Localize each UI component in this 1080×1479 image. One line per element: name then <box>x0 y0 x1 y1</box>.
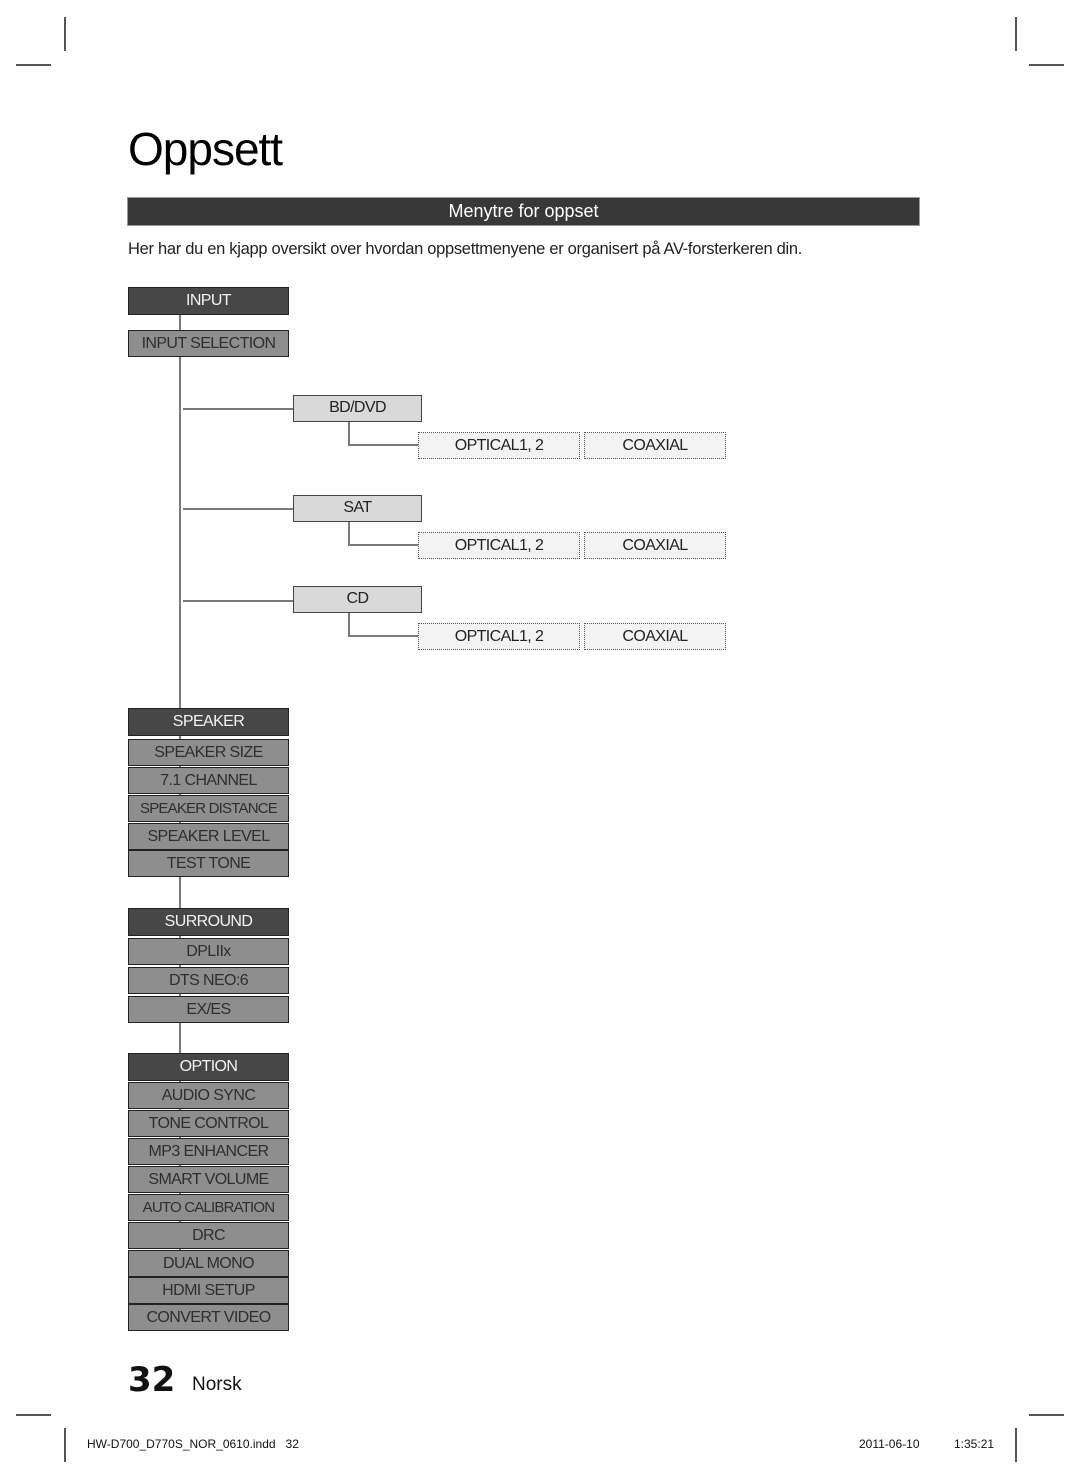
menu-item: CONVERT VIDEO <box>128 1304 289 1331</box>
menu-item: MP3 ENHANCER <box>128 1138 289 1165</box>
menu-item: TONE CONTROL <box>128 1110 289 1137</box>
crop-mark <box>1015 1428 1017 1462</box>
crop-mark <box>1029 64 1064 66</box>
intro-text: Her har du en kjapp oversikt over hvorda… <box>128 240 803 258</box>
crop-mark <box>1015 17 1017 51</box>
tree-connector <box>183 408 293 410</box>
tree-connector <box>183 600 293 602</box>
crop-mark <box>64 1428 66 1462</box>
menu-item: SPEAKER LEVEL <box>128 823 289 850</box>
tree-connector <box>348 444 418 446</box>
menu-item: EX/ES <box>128 996 289 1023</box>
option-optical: OPTICAL1, 2 <box>418 432 580 459</box>
menu-item: 7.1 CHANNEL <box>128 767 289 794</box>
menu-surround: SURROUND <box>128 908 289 936</box>
menu-item: DRC <box>128 1222 289 1249</box>
menu-input: INPUT <box>128 287 289 315</box>
menu-option: OPTION <box>128 1053 289 1081</box>
option-optical: OPTICAL1, 2 <box>418 532 580 559</box>
crop-mark <box>16 64 51 66</box>
menu-item: DTS NEO:6 <box>128 967 289 994</box>
option-coaxial: COAXIAL <box>584 532 726 559</box>
tree-connector <box>348 521 350 545</box>
tree-connector <box>348 421 350 445</box>
language-label: Norsk <box>192 1374 242 1395</box>
source-cd: CD <box>293 586 422 613</box>
menu-item: AUTO CALIBRATION <box>128 1194 289 1221</box>
menu-item: HDMI SETUP <box>128 1277 289 1304</box>
footer-filename: HW-D700_D770S_NOR_0610.indd 32 <box>87 1437 299 1451</box>
option-coaxial: COAXIAL <box>584 432 726 459</box>
crop-mark <box>16 1414 51 1416</box>
footer-time: 1:35:21 <box>954 1437 995 1451</box>
crop-mark <box>1029 1414 1064 1416</box>
menu-item: SPEAKER DISTANCE <box>128 795 289 822</box>
crop-mark <box>64 17 66 51</box>
source-sat: SAT <box>293 495 422 522</box>
tree-connector <box>348 612 350 636</box>
menu-item: SMART VOLUME <box>128 1166 289 1193</box>
tree-connector <box>348 544 418 546</box>
menu-item: DPLIIx <box>128 938 289 965</box>
menu-speaker: SPEAKER <box>128 708 289 736</box>
page-number: 32 <box>128 1360 176 1400</box>
footer-date: 2011-06-10 <box>859 1437 920 1451</box>
menu-input-selection: INPUT SELECTION <box>128 330 289 357</box>
menu-item: TEST TONE <box>128 850 289 877</box>
option-coaxial: COAXIAL <box>584 623 726 650</box>
section-heading: Menytre for oppset <box>128 198 919 225</box>
tree-connector <box>183 508 293 510</box>
tree-connector <box>348 635 418 637</box>
menu-item: SPEAKER SIZE <box>128 739 289 766</box>
page-title: Oppsett <box>128 123 283 175</box>
menu-item: AUDIO SYNC <box>128 1082 289 1109</box>
source-bd-dvd: BD/DVD <box>293 395 422 422</box>
menu-item: DUAL MONO <box>128 1250 289 1277</box>
option-optical: OPTICAL1, 2 <box>418 623 580 650</box>
